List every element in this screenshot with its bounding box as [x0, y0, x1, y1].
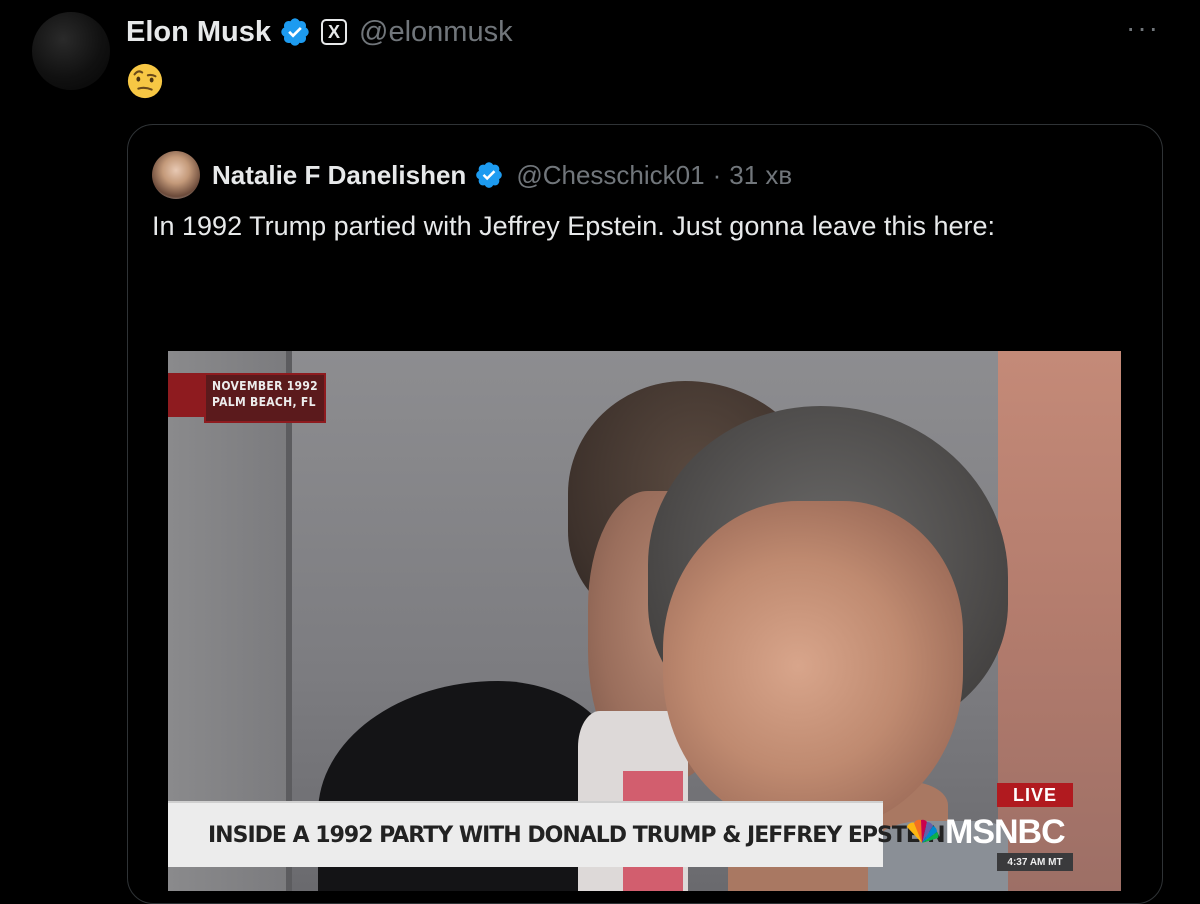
quoted-author-name[interactable]: Natalie F Danelishen [212, 160, 466, 191]
live-badge: LIVE [997, 783, 1073, 807]
author-avatar[interactable] [32, 12, 110, 90]
verified-badge-icon[interactable] [279, 16, 311, 48]
raised-eyebrow-emoji-icon [127, 63, 163, 99]
separator-dot: · [712, 159, 722, 190]
tweet[interactable]: Elon Musk X @elonmusk ··· Natalie F Dane… [0, 0, 1200, 904]
quoted-tweet-header: Natalie F Danelishen @Chesschick01 · 31 … [152, 151, 792, 199]
video-lower-third: INSIDE A 1992 PARTY WITH DONALD TRUMP & … [168, 801, 946, 867]
dateline-red-bar [168, 373, 204, 417]
network-name: MSNBC [945, 812, 1066, 851]
quoted-tweet[interactable]: Natalie F Danelishen @Chesschick01 · 31 … [127, 124, 1163, 904]
dateline-date: NOVEMBER 1992 [212, 379, 318, 393]
verified-badge-icon[interactable] [474, 160, 504, 190]
author-handle[interactable]: @elonmusk [359, 16, 513, 49]
broadcast-clock: 4:37 AM MT [997, 853, 1073, 871]
video-dateline: NOVEMBER 1992 PALM BEACH, FL [168, 373, 326, 423]
dateline-box: NOVEMBER 1992 PALM BEACH, FL [204, 373, 326, 423]
video-media[interactable]: NOVEMBER 1992 PALM BEACH, FL INSIDE A 19… [168, 351, 1121, 891]
person-front-face [663, 501, 963, 831]
dateline-location: PALM BEACH, FL [212, 395, 316, 409]
x-affiliate-icon[interactable]: X [321, 19, 348, 45]
tweet-header: Elon Musk X @elonmusk [126, 12, 513, 52]
network-logo: MSNBC [903, 807, 1066, 857]
quoted-author-handle[interactable]: @Chesschick01 [516, 160, 704, 191]
more-options-icon[interactable]: ··· [1126, 14, 1160, 42]
quoted-timestamp[interactable]: 31 хв [729, 160, 792, 191]
author-name[interactable]: Elon Musk [126, 16, 271, 49]
peacock-icon [907, 819, 939, 843]
quoted-tweet-text: In 1992 Trump partied with Jeffrey Epste… [152, 211, 995, 241]
quoted-author-avatar[interactable] [152, 151, 200, 199]
